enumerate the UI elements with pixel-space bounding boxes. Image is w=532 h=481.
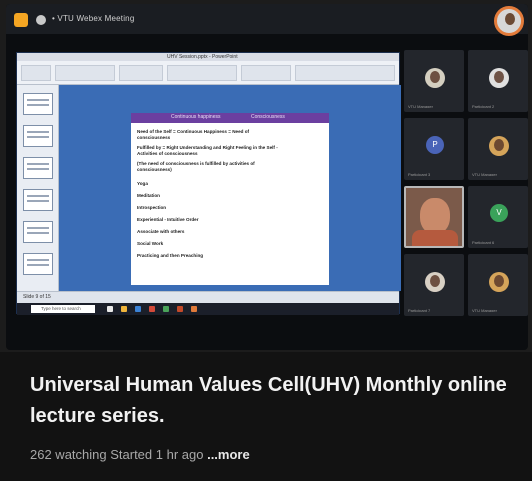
slide-header-right: Consciousness: [251, 114, 285, 120]
ppt-title-bar: UHV Session.pptx - PowerPoint: [17, 53, 399, 61]
slide-thumbnail: [23, 221, 53, 243]
slide-text-line: Meditation: [137, 193, 160, 198]
participant-initial: P: [426, 136, 444, 154]
participant-tile: V Participant 6: [468, 186, 528, 248]
slide-text-line: Associate with others: [137, 229, 185, 234]
participant-tile: VTU Manager: [468, 118, 528, 180]
taskbar-search-placeholder: Type here to search: [41, 306, 81, 311]
participant-avatar: [489, 272, 509, 292]
phone-frame: • VTU Webex Meeting UHV Session.pptx - P…: [0, 0, 532, 481]
slide-text-line: (The need of consciousness is fulfilled …: [137, 161, 255, 166]
windows-taskbar: Type here to search: [17, 303, 399, 315]
current-slide: Continuous happiness Consciousness Need …: [131, 113, 329, 285]
participant-avatar: [489, 136, 509, 156]
participant-initial: V: [490, 204, 508, 222]
participant-name: Participant 3: [408, 172, 431, 176]
meeting-title: • VTU Webex Meeting: [52, 14, 135, 23]
slide-text-line: Experiential - Intuitive Order: [137, 217, 199, 222]
more-link[interactable]: ...more: [207, 447, 250, 462]
participant-tile: Participant 7: [404, 254, 464, 316]
ppt-ribbon: [17, 61, 399, 85]
participant-tile: VTU Manager: [404, 50, 464, 112]
slide-text-line: Social Work: [137, 241, 164, 246]
slide-thumbnail: [23, 93, 53, 115]
slide-canvas: Continuous happiness Consciousness Need …: [59, 85, 401, 291]
slide-thumbnail: [23, 253, 53, 275]
record-icon: [36, 15, 46, 25]
meeting-app-icon: [14, 13, 28, 27]
slide-thumbnail: [23, 157, 53, 179]
host-video-tile: [404, 186, 464, 248]
slide-text-line: Practicing and then Preaching: [137, 253, 204, 258]
channel-avatar[interactable]: [494, 6, 524, 36]
ppt-app-title: UHV Session.pptx - PowerPoint: [167, 54, 238, 60]
participant-tile: VTU Manager: [468, 254, 528, 316]
viewer-count-and-time: 262 watching Started 1 hr ago: [30, 447, 204, 462]
taskbar-app-icon: [149, 306, 155, 312]
ribbon-group: [167, 65, 237, 81]
slide-text-line: consciousness): [137, 167, 172, 172]
taskbar-app-icon: [163, 306, 169, 312]
ppt-status-bar: Slide 9 of 15: [17, 291, 399, 303]
slide-header: Continuous happiness Consciousness: [131, 113, 329, 123]
slide-text-line: Introspection: [137, 205, 167, 210]
slide-text-line: consciousness: [137, 135, 171, 140]
host-shirt: [412, 230, 458, 246]
slide-header-left: Continuous happiness: [171, 114, 221, 120]
meeting-top-bar: • VTU Webex Meeting: [6, 4, 528, 36]
slide-text-line: Fulfilled by = Right Understanding and R…: [137, 145, 278, 150]
ribbon-group: [295, 65, 395, 81]
slide-text-line: Activities of consciousness: [137, 151, 198, 156]
video-meta: 262 watching Started 1 hr ago ...more: [30, 447, 250, 462]
slide-thumbnails: [17, 85, 59, 291]
slide-thumbnail: [23, 125, 53, 147]
ribbon-group: [55, 65, 115, 81]
taskbar-app-icon: [135, 306, 141, 312]
taskbar-app-icon: [191, 306, 197, 312]
ribbon-group: [21, 65, 51, 81]
participant-name: Participant 6: [472, 240, 495, 244]
slide-counter: Slide 9 of 15: [23, 294, 51, 300]
taskbar-app-icon: [107, 306, 113, 312]
participant-name: VTU Manager: [472, 172, 497, 176]
slide-text-line: Need of the Self = Continuous Happiness …: [137, 129, 250, 134]
video-title[interactable]: Universal Human Values Cell(UHV) Monthly…: [30, 370, 524, 432]
slide-thumbnail: [23, 189, 53, 211]
taskbar-app-icon: [177, 306, 183, 312]
participant-avatar: [425, 68, 445, 88]
taskbar-search: Type here to search: [31, 305, 95, 313]
participant-name: Participant 2: [472, 104, 495, 108]
participant-grid: VTU Manager Participant 2 P Participant …: [402, 50, 528, 320]
participant-name: VTU Manager: [408, 104, 433, 108]
participant-tile: P Participant 3: [404, 118, 464, 180]
shared-screen: UHV Session.pptx - PowerPoint Continuous…: [16, 52, 401, 315]
video-player[interactable]: • VTU Webex Meeting UHV Session.pptx - P…: [6, 4, 528, 350]
participant-avatar: [489, 68, 509, 88]
participant-name: Participant 7: [408, 308, 431, 312]
participant-avatar: [425, 272, 445, 292]
participant-tile: Participant 2: [468, 50, 528, 112]
host-face: [420, 198, 450, 234]
slide-text-line: Yoga: [137, 181, 148, 186]
participant-name: VTU Manager: [472, 308, 497, 312]
ribbon-group: [241, 65, 291, 81]
video-info-panel: Universal Human Values Cell(UHV) Monthly…: [0, 352, 532, 481]
taskbar-app-icon: [121, 306, 127, 312]
ribbon-group: [119, 65, 163, 81]
